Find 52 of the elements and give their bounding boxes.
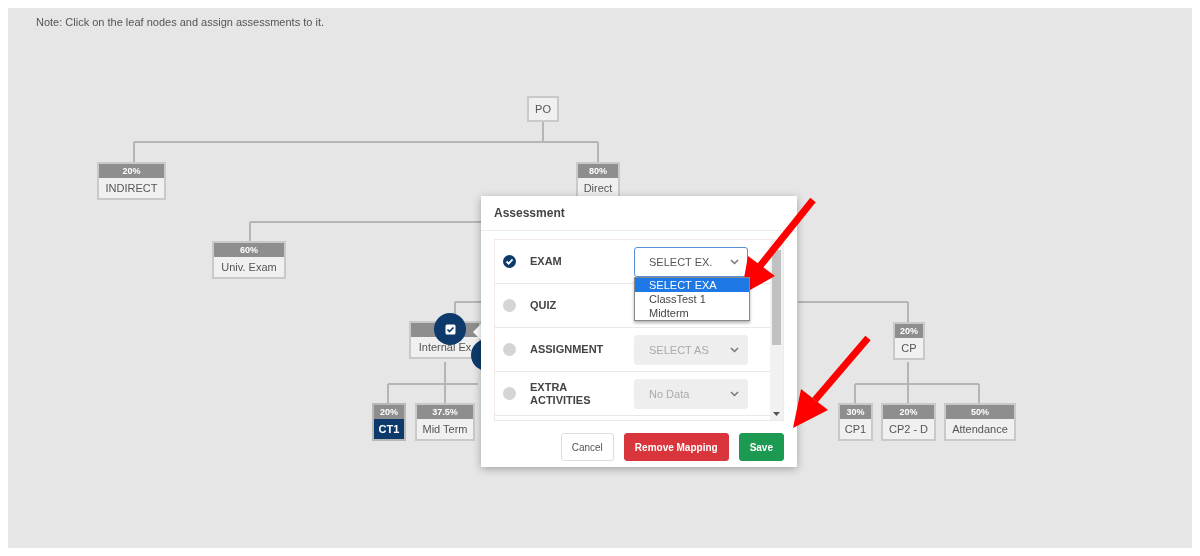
dropdown-option[interactable]: SELECT EXA [635, 277, 749, 292]
node-label: CP [900, 341, 918, 356]
dropdown-option[interactable]: Midterm [635, 305, 749, 320]
tree-node[interactable]: 20% CP [893, 322, 925, 360]
assessment-label: QUIZ [530, 299, 558, 312]
assessment-label: ASSIGNMENT [530, 343, 605, 356]
tree-node[interactable]: PO [527, 96, 559, 122]
node-label: CP1 [843, 422, 868, 437]
weight-bar: 20% [374, 405, 404, 419]
weight-bar: 20% [99, 164, 164, 178]
radio-button[interactable] [503, 387, 516, 400]
save-button[interactable]: Save [738, 433, 784, 461]
node-label: Direct [582, 181, 614, 196]
radio-button[interactable] [503, 343, 516, 356]
tree-node[interactable]: 30% CP1 [838, 403, 873, 441]
tree-node[interactable]: 20% INDIRECT [97, 162, 166, 200]
tree-node[interactable]: 50% Attendance [944, 403, 1016, 441]
dropdown-option[interactable]: ClassTest 1 [635, 291, 749, 306]
chevron-icon [730, 390, 739, 397]
assessment-label: EXTRA ACTIVITIES [530, 380, 592, 407]
radio-button[interactable] [503, 299, 516, 312]
scroll-down-icon[interactable] [773, 412, 780, 416]
node-label: Attendance [951, 422, 1009, 437]
weight-bar: 20% [883, 405, 934, 419]
node-label: Univ. Exam [220, 260, 278, 275]
tree-node[interactable]: 60% Univ. Exam [212, 241, 286, 279]
tree-node[interactable]: 20% CP2 - D [881, 403, 936, 441]
weight-bar: 30% [840, 405, 871, 419]
check-icon [505, 257, 514, 266]
weight-bar: 50% [946, 405, 1014, 419]
node-label: INDIRECT [104, 181, 159, 196]
cancel-button[interactable]: Cancel [560, 433, 614, 461]
radio-button[interactable] [503, 255, 516, 268]
weight-bar: 80% [578, 164, 618, 178]
note-text: Note: Click on the leaf nodes and assign assessments to it. [36, 16, 324, 28]
remove-button[interactable]: Remove Mapping [623, 433, 729, 461]
weight-bar: 60% [214, 243, 284, 257]
popup-title: Assessment [481, 196, 797, 231]
node-label: Internal Ex [417, 340, 473, 355]
chevron-icon [730, 258, 739, 265]
chevron-icon [730, 346, 739, 353]
assessment-label: EXAM [530, 255, 563, 268]
tree-node[interactable]: 37.5% Mid Term [415, 403, 475, 441]
select-field[interactable]: SELECT EX. [634, 246, 748, 277]
node-label: CT1 [377, 422, 401, 437]
checkbox-icon[interactable] [434, 313, 466, 345]
scrollbar[interactable] [770, 240, 783, 420]
weight-bar: 37.5% [417, 405, 473, 419]
node-label: CP2 - D [887, 422, 930, 437]
node-label: Mid Term [421, 422, 469, 437]
weight-bar: 20% [895, 324, 923, 338]
tree-node[interactable]: 20% CT1 [372, 403, 406, 441]
